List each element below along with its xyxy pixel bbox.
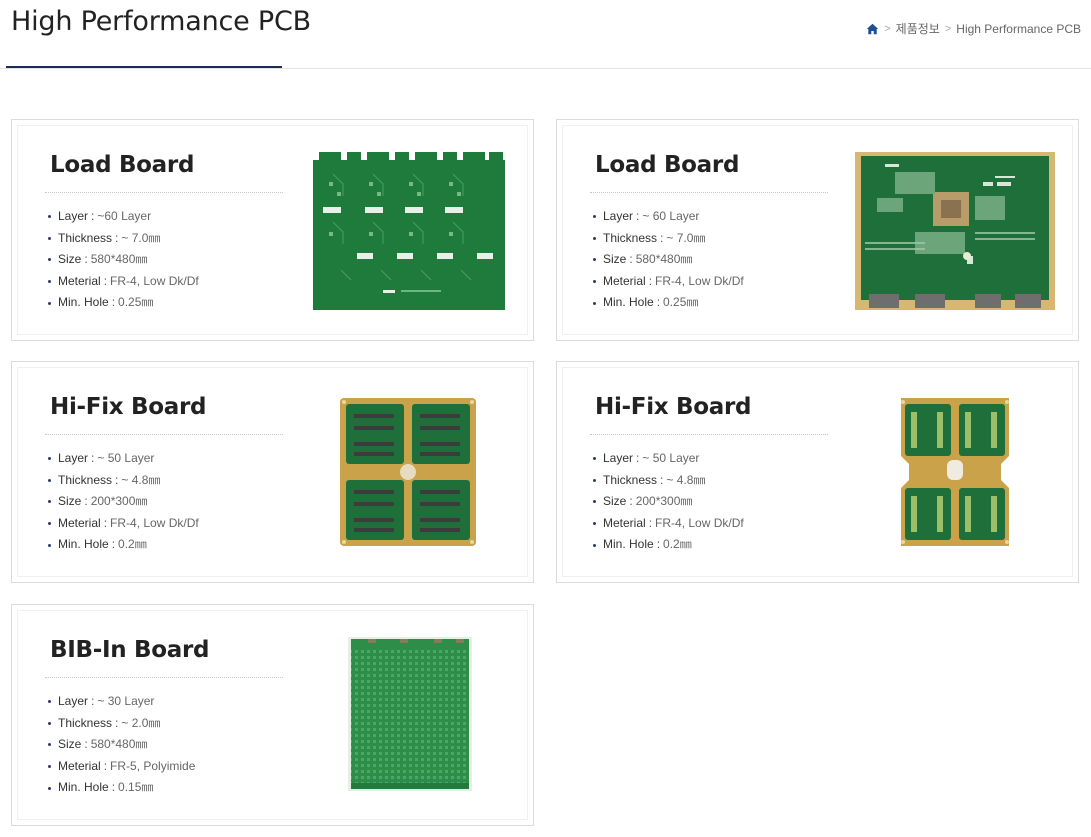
bullet-icon xyxy=(48,258,51,262)
spec-item-size: Size:200*300㎜ xyxy=(48,491,199,513)
spec-item-material: Meterial: FR-4, Low Dk/Df xyxy=(593,271,744,293)
bullet-icon xyxy=(593,457,596,461)
spec-item-min-hole: Min. Hole:0.15㎜ xyxy=(48,777,195,799)
bullet-icon xyxy=(593,522,596,526)
spec-list: Layer: ~ 30 Layer Thickness: ~ 2.0㎜ Size:5… xyxy=(48,691,195,799)
bullet-icon xyxy=(48,236,51,240)
header-divider xyxy=(0,68,1091,69)
product-card-hi-fix-board[interactable]: Hi-Fix Board Layer: ~ 50 Layer Thickness:… xyxy=(556,361,1079,583)
home-icon[interactable] xyxy=(866,23,879,35)
product-card-load-board[interactable]: Load Board Layer: ~60 Layer Thickness: ~ 7… xyxy=(11,119,534,341)
bullet-icon xyxy=(48,700,51,704)
page-title: High Performance PCB xyxy=(11,6,311,37)
spec-item-size: Size:200*300㎜ xyxy=(593,491,744,513)
title-divider xyxy=(45,192,283,193)
hi-fix-board-pcb-image xyxy=(340,398,476,546)
product-card-bib-in-board[interactable]: BIB-In Board Layer: ~ 30 Layer Thickness:… xyxy=(11,604,534,826)
spec-item-size: Size:580*480㎜ xyxy=(593,249,744,271)
product-card-hi-fix-board[interactable]: Hi-Fix Board Layer: ~ 50 Layer Thickness:… xyxy=(11,361,534,583)
bullet-icon xyxy=(48,500,51,504)
spec-list: Layer: ~60 Layer Thickness: ~ 7.0㎜ Size:58… xyxy=(48,206,199,314)
spec-list: Layer: ~ 50 Layer Thickness: ~ 4.8㎜ Size:2… xyxy=(593,448,744,556)
spec-item-material: Meterial: FR-5, Polyimide xyxy=(48,756,195,778)
product-title: Load Board xyxy=(595,152,740,178)
spec-item-size: Size:580*480㎜ xyxy=(48,249,199,271)
spec-item-layer: Layer: ~ 30 Layer xyxy=(48,691,195,713)
bullet-icon xyxy=(593,500,596,504)
breadcrumb-item-products[interactable]: 제품정보 xyxy=(896,20,940,37)
product-card-load-board[interactable]: Load Board Layer: ~ 60 Layer Thickness: ~ … xyxy=(556,119,1079,341)
spec-item-min-hole: Min. Hole:0.2㎜ xyxy=(48,534,199,556)
spec-item-material: Meterial: FR-4, Low Dk/Df xyxy=(48,513,199,535)
breadcrumb-item-current[interactable]: High Performance PCB xyxy=(956,22,1081,36)
bullet-icon xyxy=(593,301,596,305)
bullet-icon xyxy=(48,522,51,526)
bullet-icon xyxy=(593,478,596,482)
hi-fix-board-pcb-image xyxy=(897,398,1013,546)
bullet-icon xyxy=(593,258,596,262)
bullet-icon xyxy=(48,301,51,305)
breadcrumb: > 제품정보 > High Performance PCB xyxy=(866,20,1081,37)
spec-item-layer: Layer: ~ 50 Layer xyxy=(593,448,744,470)
bullet-icon xyxy=(48,457,51,461)
spec-item-layer: Layer: ~ 60 Layer xyxy=(593,206,744,228)
spec-item-material: Meterial: FR-4, Low Dk/Df xyxy=(48,271,199,293)
bullet-icon xyxy=(48,786,51,790)
spec-item-layer: Layer: ~60 Layer xyxy=(48,206,199,228)
bib-in-board-pcb-image xyxy=(348,637,472,791)
spec-item-thickness: Thickness: ~ 7.0㎜ xyxy=(593,228,744,250)
spec-item-min-hole: Min. Hole:0.25㎜ xyxy=(48,292,199,314)
title-divider xyxy=(45,677,283,678)
bullet-icon xyxy=(48,765,51,769)
bullet-icon xyxy=(48,280,51,284)
spec-item-thickness: Thickness: ~ 2.0㎜ xyxy=(48,713,195,735)
spec-item-size: Size:580*480㎜ xyxy=(48,734,195,756)
spec-item-layer: Layer: ~ 50 Layer xyxy=(48,448,199,470)
bullet-icon xyxy=(48,721,51,725)
breadcrumb-separator: > xyxy=(944,22,952,35)
bullet-icon xyxy=(48,478,51,482)
bullet-icon xyxy=(593,215,596,219)
product-title: BIB-In Board xyxy=(50,637,210,663)
bullet-icon xyxy=(48,743,51,747)
spec-item-thickness: Thickness: ~ 4.8㎜ xyxy=(593,470,744,492)
title-divider xyxy=(590,192,828,193)
product-title: Load Board xyxy=(50,152,195,178)
spec-item-thickness: Thickness: ~ 4.8㎜ xyxy=(48,470,199,492)
title-divider xyxy=(45,434,283,435)
spec-list: Layer: ~ 50 Layer Thickness: ~ 4.8㎜ Size:2… xyxy=(48,448,199,556)
bullet-icon xyxy=(593,543,596,547)
title-divider xyxy=(590,434,828,435)
product-title: Hi-Fix Board xyxy=(595,394,752,420)
bullet-icon xyxy=(48,543,51,547)
load-board-pcb-image xyxy=(313,152,505,310)
breadcrumb-separator: > xyxy=(884,22,891,35)
bullet-icon xyxy=(593,280,596,284)
load-board-pcb-image xyxy=(855,152,1055,310)
spec-list: Layer: ~ 60 Layer Thickness: ~ 7.0㎜ Size:5… xyxy=(593,206,744,314)
spec-item-material: Meterial: FR-4, Low Dk/Df xyxy=(593,513,744,535)
bullet-icon xyxy=(48,215,51,219)
spec-item-thickness: Thickness: ~ 7.0㎜ xyxy=(48,228,199,250)
title-underline xyxy=(6,66,282,68)
product-title: Hi-Fix Board xyxy=(50,394,207,420)
bullet-icon xyxy=(593,236,596,240)
spec-item-min-hole: Min. Hole:0.25㎜ xyxy=(593,292,744,314)
spec-item-min-hole: Min. Hole:0.2㎜ xyxy=(593,534,744,556)
